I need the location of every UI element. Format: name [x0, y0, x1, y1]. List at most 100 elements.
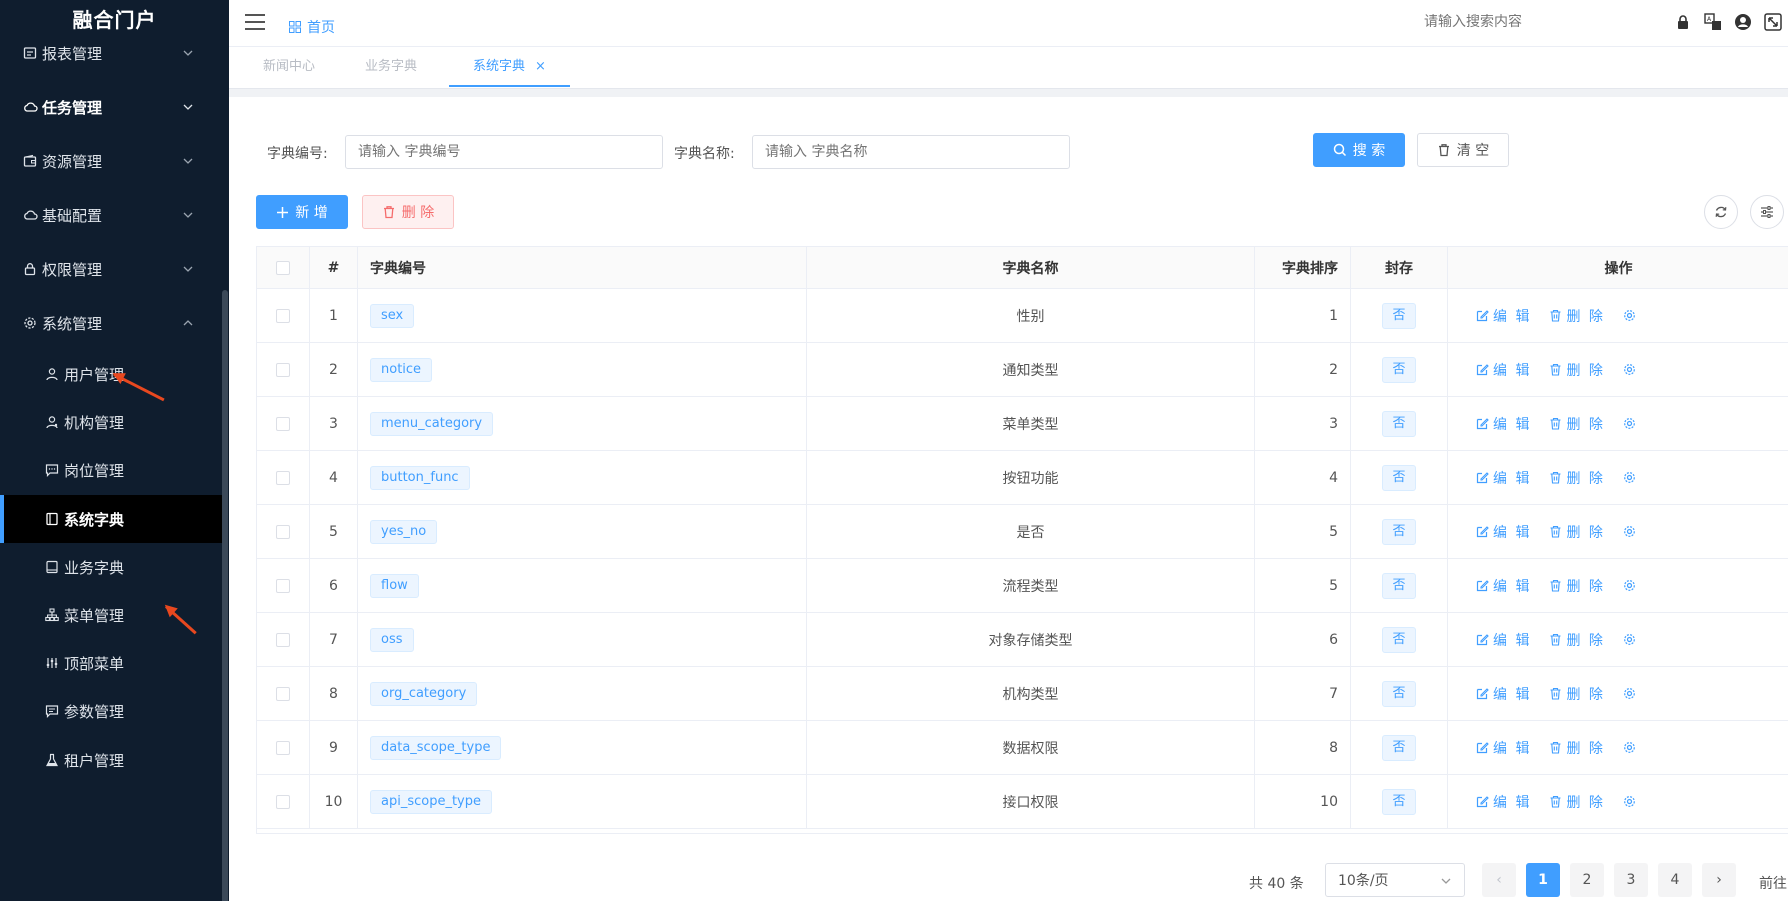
settings-button[interactable]	[1623, 633, 1636, 646]
settings-button[interactable]	[1623, 687, 1636, 700]
dict-code-input[interactable]	[345, 135, 663, 169]
lock-icon[interactable]	[1674, 13, 1692, 31]
bulk-delete-button[interactable]: 删 除	[362, 195, 454, 229]
add-button[interactable]: 新 增	[256, 195, 348, 229]
row-checkbox[interactable]	[276, 524, 290, 539]
delete-button[interactable]: 删 除	[1549, 576, 1604, 596]
table-row[interactable]: 3 menu_category 菜单类型 3 否编 辑删 除	[257, 397, 1788, 451]
row-checkbox[interactable]	[276, 740, 290, 755]
edit-button[interactable]: 编 辑	[1476, 522, 1531, 542]
settings-button[interactable]	[1623, 309, 1636, 322]
table-row[interactable]: 7 oss 对象存储类型 6 否 编 辑 删 除	[257, 613, 1788, 667]
edit-button[interactable]: 编 辑	[1476, 684, 1531, 704]
refresh-button[interactable]	[1704, 195, 1738, 229]
page-size-select[interactable]: 10条/页	[1325, 863, 1465, 897]
global-search-input[interactable]	[1424, 14, 1594, 30]
row-select-cell[interactable]	[257, 721, 310, 774]
sidebar-item-business-dict[interactable]: 业务字典	[0, 543, 222, 591]
edit-button[interactable]: 编 辑	[1476, 576, 1531, 596]
sidebar-item-top-menu[interactable]: 顶部菜单	[0, 639, 222, 687]
row-select-cell[interactable]	[257, 775, 310, 828]
menu-toggle-icon[interactable]	[245, 14, 265, 30]
table-row[interactable]: 5 yes_no 是否 5 否编 辑删 除	[257, 505, 1788, 559]
row-checkbox[interactable]	[276, 794, 290, 809]
prev-page-button[interactable]: ‹	[1482, 863, 1516, 897]
sidebar-item-menus[interactable]: 菜单管理	[0, 591, 222, 639]
row-select-cell[interactable]	[257, 343, 310, 396]
header-select-all[interactable]	[257, 247, 310, 288]
edit-button[interactable]: 编 辑	[1476, 360, 1531, 380]
edit-button[interactable]: 编 辑	[1476, 738, 1531, 758]
row-checkbox[interactable]	[276, 686, 290, 701]
column-settings-button[interactable]	[1750, 195, 1784, 229]
close-icon[interactable]: ×	[535, 59, 546, 74]
menu-group-reports[interactable]: 报表管理	[0, 33, 222, 73]
table-row[interactable]: 1 sex 性别 1 否编 辑删 除	[257, 289, 1788, 343]
settings-button[interactable]	[1623, 579, 1636, 592]
user-avatar-icon[interactable]	[1734, 13, 1752, 31]
row-select-cell[interactable]	[257, 559, 310, 612]
row-checkbox[interactable]	[276, 470, 290, 485]
sidebar-item-params[interactable]: 参数管理	[0, 687, 222, 735]
delete-button[interactable]: 删 除	[1549, 306, 1604, 326]
row-checkbox[interactable]	[276, 308, 290, 323]
menu-group-resources[interactable]: 资源管理	[0, 141, 222, 181]
row-checkbox[interactable]	[276, 578, 290, 593]
next-page-button[interactable]: ›	[1702, 863, 1736, 897]
fullscreen-icon[interactable]	[1764, 13, 1782, 31]
row-checkbox[interactable]	[276, 416, 290, 431]
delete-button[interactable]: 删 除	[1549, 684, 1604, 704]
row-select-cell[interactable]	[257, 289, 310, 342]
tab-news-center[interactable]: 新闻中心	[263, 47, 315, 87]
sidebar-scrollbar[interactable]	[222, 290, 228, 901]
edit-button[interactable]: 编 辑	[1476, 630, 1531, 650]
menu-group-basic-config[interactable]: 基础配置	[0, 195, 222, 235]
table-row[interactable]: 8 org_category 机构类型 7 否 编 辑 删 除	[257, 667, 1788, 721]
row-select-cell[interactable]	[257, 397, 310, 450]
edit-button[interactable]: 编 辑	[1476, 414, 1531, 434]
clear-button[interactable]: 清 空	[1417, 133, 1509, 167]
page-3-button[interactable]: 3	[1614, 863, 1648, 897]
edit-button[interactable]: 编 辑	[1476, 306, 1531, 326]
menu-group-permissions[interactable]: 权限管理	[0, 249, 222, 289]
table-row[interactable]: 10 api_scope_type 接口权限 10 否编 辑删 除	[257, 775, 1788, 829]
menu-group-tasks[interactable]: 任务管理	[0, 87, 222, 127]
tab-business-dict[interactable]: 业务字典	[365, 47, 417, 87]
breadcrumb-home[interactable]: 首页	[289, 17, 335, 37]
table-row[interactable]: 9 data_scope_type 数据权限 8 否 编 辑 删 除	[257, 721, 1788, 775]
row-select-cell[interactable]	[257, 667, 310, 720]
row-select-cell[interactable]	[257, 505, 310, 558]
delete-button[interactable]: 删 除	[1549, 792, 1604, 812]
row-checkbox[interactable]	[276, 362, 290, 377]
page-1-button[interactable]: 1	[1526, 863, 1560, 897]
page-2-button[interactable]: 2	[1570, 863, 1604, 897]
sidebar-item-tenants[interactable]: 租户管理	[0, 736, 222, 784]
menu-group-system[interactable]: 系统管理	[0, 303, 222, 343]
settings-button[interactable]	[1623, 741, 1636, 754]
settings-button[interactable]	[1623, 417, 1636, 430]
translate-icon[interactable]: A	[1704, 13, 1722, 31]
table-row[interactable]: 4 button_func 按钮功能 4 否编 辑删 除	[257, 451, 1788, 505]
settings-button[interactable]	[1623, 525, 1636, 538]
delete-button[interactable]: 删 除	[1549, 738, 1604, 758]
select-all-checkbox[interactable]	[276, 260, 290, 275]
row-select-cell[interactable]	[257, 613, 310, 666]
delete-button[interactable]: 删 除	[1549, 522, 1604, 542]
edit-button[interactable]: 编 辑	[1476, 792, 1531, 812]
sidebar-item-posts[interactable]: 岗位管理	[0, 446, 222, 494]
table-row[interactable]: 6 flow 流程类型 5 否 编 辑 删 除	[257, 559, 1788, 613]
delete-button[interactable]: 删 除	[1549, 360, 1604, 380]
delete-button[interactable]: 删 除	[1549, 414, 1604, 434]
sidebar-item-system-dict[interactable]: 系统字典	[0, 495, 222, 543]
row-checkbox[interactable]	[276, 632, 290, 647]
settings-button[interactable]	[1623, 363, 1636, 376]
edit-button[interactable]: 编 辑	[1476, 468, 1531, 488]
settings-button[interactable]	[1623, 471, 1636, 484]
row-select-cell[interactable]	[257, 451, 310, 504]
table-row[interactable]: 2 notice 通知类型 2 否编 辑删 除	[257, 343, 1788, 397]
page-4-button[interactable]: 4	[1658, 863, 1692, 897]
dict-name-input[interactable]	[752, 135, 1070, 169]
delete-button[interactable]: 删 除	[1549, 630, 1604, 650]
delete-button[interactable]: 删 除	[1549, 468, 1604, 488]
sidebar-item-orgs[interactable]: 机构管理	[0, 398, 222, 446]
